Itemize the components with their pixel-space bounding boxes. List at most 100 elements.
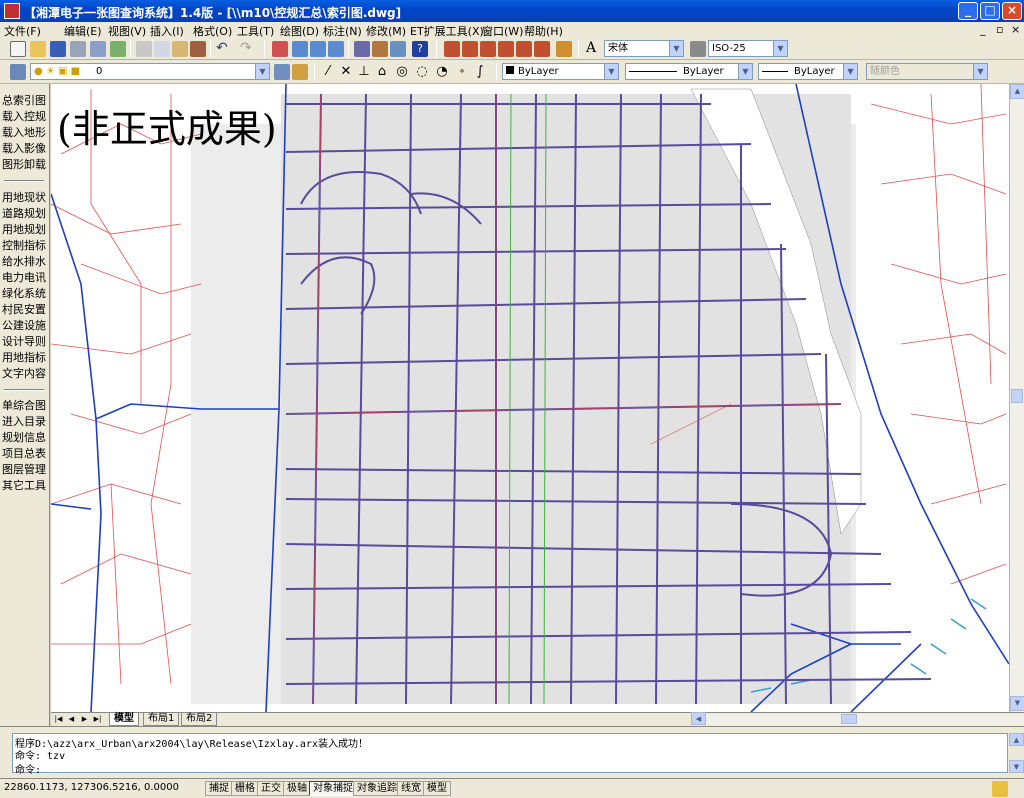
doc-minimize-button[interactable]: _: [980, 23, 986, 36]
side-item-project-table[interactable]: 项目总表: [2, 447, 46, 461]
scroll-thumb[interactable]: [1011, 389, 1023, 403]
side-item-control-index[interactable]: 控制指标: [2, 239, 46, 253]
side-item-land-index[interactable]: 用地指标: [2, 351, 46, 365]
doc-restore-button[interactable]: ▫: [996, 23, 1003, 36]
express-tool-7-icon[interactable]: [556, 41, 572, 57]
express-tool-1-icon[interactable]: [444, 41, 460, 57]
zoom-realtime-icon[interactable]: [292, 41, 308, 57]
toggle-otrack[interactable]: 对象追踪: [353, 781, 401, 796]
side-item-land-status[interactable]: 用地现状: [2, 191, 46, 205]
zoom-previous-icon[interactable]: [328, 41, 344, 57]
preview-icon[interactable]: [90, 41, 106, 57]
undo-icon[interactable]: ↶: [216, 41, 232, 57]
polyline-icon[interactable]: ⊥: [356, 64, 372, 80]
lineweight-select[interactable]: ByLayer ▼: [758, 63, 858, 80]
redo-icon[interactable]: ↷: [240, 41, 256, 57]
properties-icon[interactable]: [354, 41, 370, 57]
open-icon[interactable]: [30, 41, 46, 57]
side-item-green-system[interactable]: 绿化系统: [2, 287, 46, 301]
menu-draw[interactable]: 绘图(D): [280, 23, 319, 39]
side-item-public-facilities[interactable]: 公建设施: [2, 319, 46, 333]
toggle-snap[interactable]: 捕捉: [205, 781, 233, 796]
scroll-left-icon[interactable]: ◀: [691, 712, 706, 725]
match-properties-icon[interactable]: [190, 41, 206, 57]
spline-icon[interactable]: ∫: [472, 64, 488, 80]
command-history[interactable]: 程序D:\azz\arx_Urban\arx2004\lay\Release\I…: [12, 733, 1008, 776]
side-item-layer-manager[interactable]: 图层管理: [2, 463, 46, 477]
side-item-text-content[interactable]: 文字内容: [2, 367, 46, 381]
command-prompt[interactable]: 命令:: [15, 761, 41, 776]
menu-tools[interactable]: 工具(T): [237, 23, 274, 39]
make-layer-current-icon[interactable]: [274, 64, 290, 80]
toggle-model-space[interactable]: 模型: [423, 781, 451, 796]
toggle-osnap[interactable]: 对象捕捉: [309, 781, 357, 796]
side-item-load-control-plan[interactable]: 载入控规: [2, 110, 46, 124]
help-icon[interactable]: ?: [412, 41, 428, 57]
maximize-button[interactable]: □: [980, 2, 1000, 20]
tab-layout2[interactable]: 布局2: [181, 713, 218, 726]
toggle-grid[interactable]: 栅格: [231, 781, 259, 796]
tab-layout1[interactable]: 布局1: [143, 713, 180, 726]
dimension-style-select[interactable]: ISO-25 ▼: [708, 40, 788, 57]
zoom-window-icon[interactable]: [310, 41, 326, 57]
menu-dimension[interactable]: 标注(N): [323, 23, 362, 39]
menu-help[interactable]: 帮助(H): [524, 23, 563, 39]
menu-file[interactable]: 文件(F): [4, 23, 41, 39]
side-item-load-imagery[interactable]: 载入影像: [2, 142, 46, 156]
new-icon[interactable]: [10, 41, 26, 57]
toggle-lineweight[interactable]: 线宽: [397, 781, 425, 796]
express-tool-2-icon[interactable]: [462, 41, 478, 57]
paste-icon[interactable]: [172, 41, 188, 57]
revcloud-icon[interactable]: ◔: [434, 64, 450, 80]
menu-edit[interactable]: 编辑(E): [64, 23, 102, 39]
menu-window[interactable]: 窗口(W): [482, 23, 523, 39]
prev-tab-icon[interactable]: ◀: [66, 714, 77, 725]
tab-model[interactable]: 模型: [109, 713, 139, 726]
side-item-land-plan[interactable]: 用地规划: [2, 223, 46, 237]
scroll-down-icon[interactable]: ▼: [1010, 696, 1024, 711]
text-style-select[interactable]: 宋体 ▼: [604, 40, 684, 57]
xline-icon[interactable]: ✕: [338, 64, 354, 80]
side-item-other-tools[interactable]: 其它工具: [2, 479, 46, 493]
express-tool-4-icon[interactable]: [498, 41, 514, 57]
linetype-select[interactable]: ByLayer ▼: [625, 63, 753, 80]
cmd-scroll-down-icon[interactable]: ▼: [1009, 760, 1024, 773]
first-tab-icon[interactable]: |◀: [53, 714, 64, 725]
layer-previous-icon[interactable]: [292, 64, 308, 80]
side-item-design-guide[interactable]: 设计导则: [2, 335, 46, 349]
cmd-scroll-up-icon[interactable]: ▲: [1009, 733, 1024, 746]
side-item-power-telecom[interactable]: 电力电讯: [2, 271, 46, 285]
horizontal-scrollbar[interactable]: ◀ ▶: [691, 712, 1024, 725]
line-icon[interactable]: ⁄: [320, 64, 336, 80]
designcenter-icon[interactable]: [372, 41, 388, 57]
express-tool-6-icon[interactable]: [534, 41, 550, 57]
toggle-ortho[interactable]: 正交: [257, 781, 285, 796]
point-icon[interactable]: ∘: [454, 64, 470, 80]
doc-close-button[interactable]: ×: [1011, 23, 1020, 36]
side-item-load-terrain[interactable]: 载入地形: [2, 126, 46, 140]
polygon-icon[interactable]: ⌂: [374, 64, 390, 80]
side-item-water-drainage[interactable]: 给水排水: [2, 255, 46, 269]
side-item-road-plan[interactable]: 道路规划: [2, 207, 46, 221]
tool-palettes-icon[interactable]: [390, 41, 406, 57]
side-item-composite-map[interactable]: 单综合图: [2, 399, 46, 413]
close-button[interactable]: ×: [1002, 2, 1022, 20]
print-icon[interactable]: [70, 41, 86, 57]
menu-modify[interactable]: 修改(M): [366, 23, 406, 39]
side-item-plan-info[interactable]: 规划信息: [2, 431, 46, 445]
copy-icon[interactable]: [154, 41, 170, 57]
dimension-style-icon[interactable]: [690, 41, 706, 57]
menu-view[interactable]: 视图(V): [108, 23, 146, 39]
side-item-resettlement[interactable]: 村民安置: [2, 303, 46, 317]
express-tool-5-icon[interactable]: [516, 41, 532, 57]
side-item-index-map[interactable]: 总索引图: [2, 94, 46, 108]
layer-manager-icon[interactable]: [10, 64, 26, 80]
drawing-canvas[interactable]: (非正式成果): [51, 84, 1009, 712]
express-tool-3-icon[interactable]: [480, 41, 496, 57]
circle-icon[interactable]: ◎: [394, 64, 410, 80]
layer-select[interactable]: ● ☀ ▣ ■ 0 ▼: [30, 63, 270, 80]
publish-icon[interactable]: [110, 41, 126, 57]
minimize-button[interactable]: _: [958, 2, 978, 20]
next-tab-icon[interactable]: ▶: [79, 714, 90, 725]
pan-icon[interactable]: [272, 41, 288, 57]
